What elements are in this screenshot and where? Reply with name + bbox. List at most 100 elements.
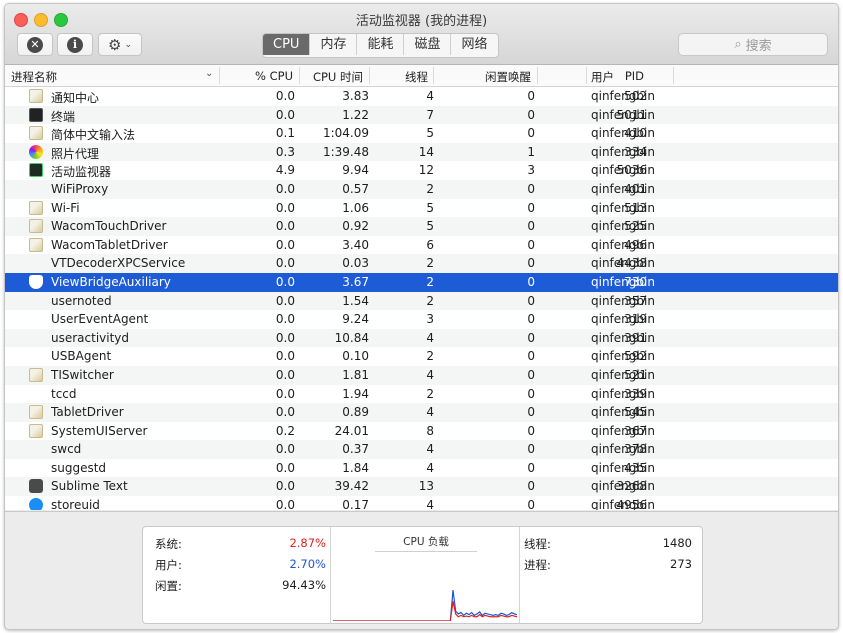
terminal-icon xyxy=(29,107,43,122)
table-row[interactable]: 活动监视器 4.9 9.94 12 3 5036 qinfengbin xyxy=(5,161,838,180)
idle-wakeups: 0 xyxy=(527,460,535,475)
thread-count: 2 xyxy=(426,386,434,401)
table-row[interactable]: WacomTouchDriver 0.0 0.92 5 0 525 qinfengbin xyxy=(5,217,838,236)
table-row[interactable]: suggestd 0.0 1.84 4 0 435 qinfengbin xyxy=(5,459,838,478)
table-row[interactable]: ViewBridgeAuxiliary 0.0 3.67 2 0 730 qinfengbi… xyxy=(5,272,838,292)
table-row[interactable]: tccd 0.0 1.94 2 0 339 qinfengbin xyxy=(5,385,838,404)
process-user: qinfengbin xyxy=(591,293,655,308)
process-name: WiFiProxy xyxy=(51,181,109,196)
cpu-percent: 0.0 xyxy=(275,237,295,252)
column-divider[interactable] xyxy=(433,67,434,84)
table-row[interactable]: usernoted 0.0 1.54 2 0 357 qinfengbin xyxy=(5,291,838,311)
process-user: qinfengbin xyxy=(591,89,655,103)
process-name: Wi-Fi xyxy=(51,200,80,215)
cpu-percent: 0.0 xyxy=(275,479,295,494)
cpu-percent: 0.3 xyxy=(275,144,295,159)
table-row[interactable]: Wi-Fi 0.0 1.06 5 0 513 qinfengbin xyxy=(5,199,838,218)
table-row[interactable]: USBAgent 0.0 0.10 2 0 592 qinfengbin xyxy=(5,347,838,366)
table-row[interactable]: 终端 0.0 1.22 7 0 5011 qinfengbin xyxy=(5,105,838,125)
thread-count: 8 xyxy=(426,423,434,438)
table-row[interactable]: 照片代理 0.3 1:39.48 14 1 334 qinfengbin xyxy=(5,142,838,162)
idle-wakeups: 0 xyxy=(527,293,535,308)
close-circle-icon: ✕ xyxy=(27,36,43,53)
process-user: qinfengbin xyxy=(591,237,655,252)
column-header-idle-wake[interactable]: 闲置唤醒 xyxy=(485,69,531,85)
table-row[interactable]: Sublime Text 0.0 39.42 13 0 3268 qinfengbin xyxy=(5,477,838,497)
search-input[interactable]: ⌕ 搜索 xyxy=(678,33,828,56)
process-user: qinfengbin xyxy=(591,274,655,289)
column-header-cpu[interactable]: % CPU xyxy=(255,69,293,83)
tab-energy[interactable]: 能耗 xyxy=(357,34,405,55)
thread-count: 4 xyxy=(426,330,434,345)
cpu-percent: 0.0 xyxy=(275,460,295,475)
tab-cpu[interactable]: CPU xyxy=(263,34,311,55)
sublime-text-icon xyxy=(29,479,43,494)
idle-wakeups: 0 xyxy=(527,312,535,327)
generic-app-icon xyxy=(29,89,43,103)
column-header-user[interactable]: 用户 xyxy=(591,69,614,85)
cpu-percent: 0.0 xyxy=(275,200,295,215)
table-row[interactable]: VTDecoderXPCService 0.0 0.03 2 0 4438 qinfengb… xyxy=(5,254,838,273)
cpu-percent: 0.0 xyxy=(275,442,295,457)
sort-chevron-icon[interactable]: ⌄ xyxy=(205,68,213,79)
column-header-name[interactable]: 进程名称 xyxy=(11,69,57,85)
table-row[interactable]: TabletDriver 0.0 0.89 4 0 545 qinfengbin xyxy=(5,403,838,422)
table-row[interactable]: storeuid 0.0 0.17 4 0 4956 qinfengbin xyxy=(5,496,838,510)
quit-process-button[interactable]: ✕ xyxy=(17,33,53,56)
column-divider[interactable] xyxy=(369,67,370,84)
column-divider[interactable] xyxy=(299,67,300,84)
column-divider[interactable] xyxy=(537,67,538,84)
cpu-time: 0.17 xyxy=(342,498,369,510)
generic-app-icon xyxy=(29,423,43,438)
user-value: 2.70% xyxy=(289,557,326,571)
table-row[interactable]: WiFiProxy 0.0 0.57 2 0 401 qinfengbin xyxy=(5,179,838,199)
column-divider[interactable] xyxy=(586,67,587,84)
tab-memory[interactable]: 内存 xyxy=(310,34,358,55)
search-placeholder: 搜索 xyxy=(745,39,772,54)
process-user: qinfengbin xyxy=(591,163,655,178)
thread-count: 5 xyxy=(426,126,434,141)
cpu-percent: 0.0 xyxy=(275,349,295,364)
generic-app-icon xyxy=(29,126,43,141)
table-row[interactable]: 简体中文输入法 0.1 1:04.09 5 0 410 qinfengbin xyxy=(5,124,838,143)
table-row[interactable]: useractivityd 0.0 10.84 4 0 391 qinfengbin xyxy=(5,328,838,348)
column-divider[interactable] xyxy=(219,67,220,84)
process-name: 通知中心 xyxy=(51,91,100,105)
window-title: 活动监视器 (我的进程) xyxy=(355,14,488,29)
process-user: qinfengbin xyxy=(591,144,655,159)
idle-wakeups: 0 xyxy=(527,200,535,215)
summary-footer: 系统: 2.87% 用户: 2.70% 闲置: 94.43% CPU 负载 线程… xyxy=(5,511,838,629)
app-store-icon xyxy=(29,498,43,510)
cpu-time: 0.57 xyxy=(342,181,369,196)
table-row[interactable]: UserEventAgent 0.0 9.24 3 0 319 qinfengbin xyxy=(5,310,838,329)
table-row[interactable]: WacomTabletDriver 0.0 3.40 6 0 496 qinfengbin xyxy=(5,236,838,255)
activity-monitor-window: 活动监视器 (我的进程) ✕ i ⚙ ⌄ CPU 内存 能耗 磁盘 网络 ⌕ 搜… xyxy=(4,3,839,630)
cpu-percent: 4.9 xyxy=(275,163,295,178)
toolbar: 活动监视器 (我的进程) ✕ i ⚙ ⌄ CPU 内存 能耗 磁盘 网络 ⌕ 搜… xyxy=(5,4,838,65)
cpu-time: 1:39.48 xyxy=(322,144,369,159)
column-header-threads[interactable]: 线程 xyxy=(405,69,428,85)
activity-monitor-icon xyxy=(29,163,43,178)
column-header-pid[interactable]: PID xyxy=(625,69,644,83)
table-row[interactable]: TISwitcher 0.0 1.81 4 0 521 qinfengbin xyxy=(5,365,838,385)
cpu-time: 24.01 xyxy=(334,423,369,438)
search-icon: ⌕ xyxy=(734,37,742,52)
cpu-time: 3.67 xyxy=(342,274,369,289)
process-name: 终端 xyxy=(51,109,76,124)
cpu-percent: 0.0 xyxy=(275,219,295,234)
cpu-percent: 0.2 xyxy=(275,423,295,438)
system-label: 系统: xyxy=(155,537,182,551)
table-row[interactable]: swcd 0.0 0.37 4 0 378 qinfengbin xyxy=(5,440,838,459)
table-row[interactable]: SystemUIServer 0.2 24.01 8 0 367 qinfengbin xyxy=(5,422,838,441)
process-table[interactable]: 通知中心 0.0 3.83 4 0 5 0 2 qinfengbin 终端 0.0 1.22 7 0 5 0 1… xyxy=(5,87,838,510)
inspect-process-button[interactable]: i xyxy=(57,33,93,56)
column-divider[interactable] xyxy=(673,67,674,84)
table-row[interactable]: 通知中心 0.0 3.83 4 0 502 qinfengbin xyxy=(5,87,838,106)
process-name: Sublime Text xyxy=(51,479,128,494)
tab-disk[interactable]: 磁盘 xyxy=(404,34,452,55)
action-menu-button[interactable]: ⚙ ⌄ xyxy=(98,33,142,56)
thread-count: 4 xyxy=(426,460,434,475)
tab-network[interactable]: 网络 xyxy=(451,34,497,55)
process-user: qinfengbin xyxy=(591,219,655,234)
column-header-cpu-time[interactable]: CPU 时间 xyxy=(313,69,363,85)
